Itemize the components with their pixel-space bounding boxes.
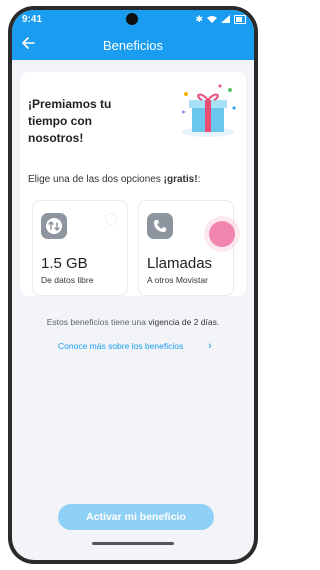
- front-camera: [126, 13, 138, 25]
- activate-benefit-button[interactable]: Activar mi beneficio: [58, 504, 214, 530]
- validity-period: vigencia de 2 días: [148, 317, 217, 327]
- data-arrows-icon: [41, 213, 67, 239]
- signal-icon: [221, 15, 230, 23]
- option-calls-caption: A otros Movistar: [147, 275, 208, 285]
- status-time: 9:41: [22, 14, 43, 25]
- benefit-card: ¡Premiamos tu tiempo con nosotros! Elige…: [20, 72, 246, 296]
- more-benefits-link[interactable]: Conoce más sobre los beneficios: [58, 341, 183, 351]
- bluetooth-icon: ✱: [195, 14, 203, 24]
- screen: 9:41 ✱ Beneficios ¡Premiamos tu tiempo c…: [12, 10, 254, 560]
- gift-illustration: [182, 84, 236, 137]
- promo-headline: ¡Premiamos tu tiempo con nosotros!: [28, 97, 112, 145]
- phone-frame: 9:41 ✱ Beneficios ¡Premiamos tu tiempo c…: [8, 6, 258, 564]
- option-data[interactable]: 1.5 GB De datos libre: [32, 200, 128, 296]
- validity-end: .: [216, 317, 220, 327]
- validity-text: Estos beneficios tiene una: [46, 317, 149, 327]
- choose-prefix: Elige una de las dos opciones: [28, 174, 164, 185]
- touch-indicator: [209, 221, 235, 247]
- selection-radio[interactable]: [105, 213, 117, 225]
- choose-suffix: :: [197, 174, 201, 185]
- option-calls-value: Llamadas: [147, 255, 213, 272]
- page-title: Beneficios: [103, 38, 163, 53]
- battery-icon: [234, 14, 246, 24]
- choose-label: Elige una de las dos opciones ¡gratis!:: [28, 174, 200, 185]
- phone-icon: [147, 213, 173, 239]
- app-bar: Beneficios: [12, 30, 254, 60]
- home-indicator[interactable]: [92, 542, 174, 545]
- wifi-icon: [207, 16, 217, 23]
- chevron-right-icon[interactable]: ›: [208, 340, 212, 352]
- status-bar: 9:41 ✱: [12, 10, 254, 30]
- validity-note: Estos beneficios tiene una vigencia de 2…: [12, 317, 254, 327]
- status-icons: ✱: [195, 14, 246, 24]
- choose-free: ¡gratis!: [163, 174, 198, 185]
- option-data-caption: De datos libre: [41, 275, 94, 285]
- option-calls[interactable]: Llamadas A otros Movistar: [138, 200, 235, 296]
- option-data-value: 1.5 GB: [41, 255, 88, 272]
